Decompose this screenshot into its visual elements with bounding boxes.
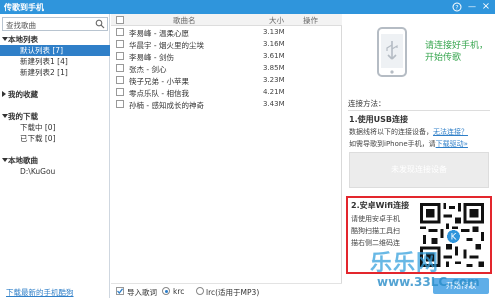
- usb-instructions-line2: 如需导歌到iPhone手机，请下载驱动»: [349, 140, 468, 148]
- download-driver-link[interactable]: 下载驱动»: [436, 140, 468, 148]
- song-size: 3.85M: [263, 64, 285, 72]
- row-checkbox[interactable]: [116, 28, 124, 36]
- tree-group-downloads[interactable]: 我的下载: [0, 111, 110, 122]
- song-size: 3.61M: [263, 52, 285, 60]
- svg-text:K: K: [451, 233, 457, 243]
- tree-item-new-list-2[interactable]: 新建列表2 [1]: [0, 67, 110, 78]
- cannot-connect-link[interactable]: 无法连接？: [433, 128, 468, 136]
- tree-item-downloading[interactable]: 下载中 [0]: [0, 122, 110, 133]
- sidebar: 查找歌曲 本地列表 默认列表 [7] 新建列表1 [4] 新建列表2 [1] 我…: [0, 14, 110, 298]
- playlist-tree: 本地列表 默认列表 [7] 新建列表1 [4] 新建列表2 [1] 我的收藏 我…: [0, 34, 110, 177]
- usb-instructions-line1: 数据线将以下的连接设备，无法连接？: [349, 128, 468, 136]
- tree-item-kugou-folder[interactable]: D:\KuGou: [0, 166, 110, 177]
- tree-group-local-songs[interactable]: 本地歌曲: [0, 155, 110, 166]
- download-mobile-kugou-link[interactable]: 下载最新的手机酷狗: [6, 287, 74, 298]
- search-placeholder: 查找歌曲: [6, 21, 36, 30]
- song-list-footer: 导入歌词 krc lrc(适用于MP3): [111, 283, 342, 298]
- table-row[interactable]: 张杰 - 剑心 3.85M: [111, 62, 342, 74]
- svg-text:?: ?: [455, 5, 458, 12]
- song-list-panel: 歌曲名 大小 操作 李易峰 - 温柔心愿 3.13M 华晨宇 - 烟火里的尘埃 …: [111, 14, 342, 298]
- row-checkbox[interactable]: [116, 100, 124, 108]
- song-size: 3.23M: [263, 76, 285, 84]
- connect-prompt: 请连接好手机，开始传歌: [425, 41, 489, 63]
- tree-item-new-list-1[interactable]: 新建列表1 [4]: [0, 56, 110, 67]
- wifi-section-title: 2.安卓Wifi连接: [351, 201, 410, 210]
- table-header: 歌曲名 大小 操作: [111, 14, 342, 26]
- window-title: 传歌到手机: [4, 3, 44, 12]
- table-row[interactable]: 零点乐队 - 相信我 4.21M: [111, 86, 342, 98]
- phone-usb-icon: [377, 27, 407, 77]
- column-header-action: 操作: [303, 16, 318, 25]
- krc-format-label: krc: [173, 287, 185, 296]
- row-checkbox[interactable]: [116, 76, 124, 84]
- wifi-connect-box: 2.安卓Wifi连接 请使用安卓手机 酷狗扫描工具扫 描右侧二维码连 K: [346, 196, 492, 274]
- minimize-button[interactable]: —: [467, 2, 477, 12]
- row-checkbox[interactable]: [116, 64, 124, 72]
- song-rows: 李易峰 - 温柔心愿 3.13M 华晨宇 - 烟火里的尘埃 3.16M 李易峰 …: [111, 26, 342, 110]
- close-button[interactable]: ×: [481, 2, 491, 12]
- song-name: 孙楠 - 感知成长的神奇: [129, 101, 204, 110]
- krc-format-radio[interactable]: [162, 287, 170, 295]
- table-row[interactable]: 华晨宇 - 烟火里的尘埃 3.16M: [111, 38, 342, 50]
- tree-group-local-list[interactable]: 本地列表: [0, 34, 110, 45]
- title-bar: 传歌到手机 ? — ×: [0, 0, 495, 14]
- column-header-name: 歌曲名: [173, 16, 196, 25]
- song-size: 3.43M: [263, 100, 285, 108]
- start-transfer-button[interactable]: 开始传歌: [433, 278, 489, 294]
- song-size: 3.16M: [263, 40, 285, 48]
- row-checkbox[interactable]: [116, 88, 124, 96]
- help-icon[interactable]: ?: [452, 2, 462, 12]
- table-row[interactable]: 李易峰 - 剑伤 3.61M: [111, 50, 342, 62]
- import-lyrics-label: 导入歌词: [127, 288, 157, 297]
- table-row[interactable]: 李易峰 - 温柔心愿 3.13M: [111, 26, 342, 38]
- select-all-checkbox[interactable]: [116, 16, 124, 24]
- row-checkbox[interactable]: [116, 52, 124, 60]
- connect-panel: 请连接好手机，开始传歌 连接方法： 1.使用USB连接 数据线将以下的连接设备，…: [343, 14, 495, 298]
- tree-item-downloaded[interactable]: 已下载 [0]: [0, 133, 110, 144]
- no-device-box: 未发现连接设备: [349, 152, 489, 188]
- tree-item-default-list[interactable]: 默认列表 [7]: [0, 45, 110, 56]
- lrc-format-radio[interactable]: [196, 287, 204, 295]
- table-row[interactable]: 孙楠 - 感知成长的神奇 3.43M: [111, 98, 342, 110]
- tree-group-favorites[interactable]: 我的收藏: [0, 89, 110, 100]
- wifi-instruction-line: 描右侧二维码连: [351, 239, 400, 247]
- wifi-instruction-line: 酷狗扫描工具扫: [351, 227, 400, 235]
- song-size: 3.13M: [263, 28, 285, 36]
- usb-section-title: 1.使用USB连接: [349, 115, 408, 124]
- table-row[interactable]: 筷子兄弟 - 小苹果 3.23M: [111, 74, 342, 86]
- divider: [348, 110, 490, 111]
- song-size: 4.21M: [263, 88, 285, 96]
- connection-methods-label: 连接方法：: [348, 99, 386, 108]
- row-checkbox[interactable]: [116, 40, 124, 48]
- search-icon[interactable]: [95, 19, 105, 29]
- search-input[interactable]: 查找歌曲: [2, 17, 108, 31]
- wifi-instruction-line: 请使用安卓手机: [351, 215, 400, 223]
- import-lyrics-checkbox[interactable]: [116, 287, 124, 295]
- column-header-size: 大小: [269, 16, 284, 25]
- qr-code-image: K: [416, 200, 488, 270]
- lrc-format-label: lrc(适用于MP3): [206, 288, 260, 297]
